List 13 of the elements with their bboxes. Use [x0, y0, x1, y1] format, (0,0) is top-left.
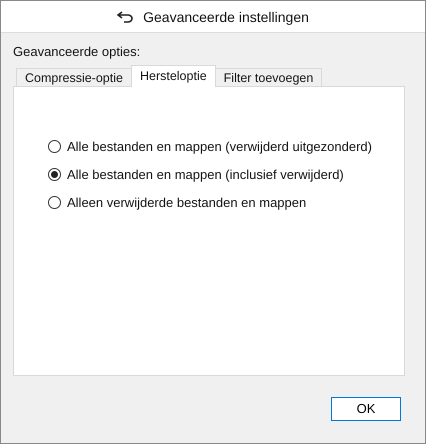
- option-label: Alle bestanden en mappen (verwijderd uitgezonderd): [67, 139, 372, 154]
- tab[interactable]: Filter toevoegen: [214, 68, 322, 87]
- window-title: Geavanceerde instellingen: [143, 8, 309, 24]
- radio-button[interactable]: [48, 196, 61, 209]
- tab[interactable]: Hersteloptie: [130, 65, 216, 87]
- back-arrow-icon[interactable]: [117, 10, 134, 22]
- section-label: Geavanceerde opties:: [13, 44, 142, 59]
- radio-button[interactable]: [48, 140, 61, 153]
- option-label: Alle bestanden en mappen (inclusief verwijderd): [67, 167, 344, 182]
- tab[interactable]: Compressie-optie: [16, 68, 132, 87]
- radio-button[interactable]: [48, 168, 61, 181]
- ok-button[interactable]: OK: [331, 396, 401, 420]
- option-label: Alleen verwijderde bestanden en mappen: [67, 195, 306, 210]
